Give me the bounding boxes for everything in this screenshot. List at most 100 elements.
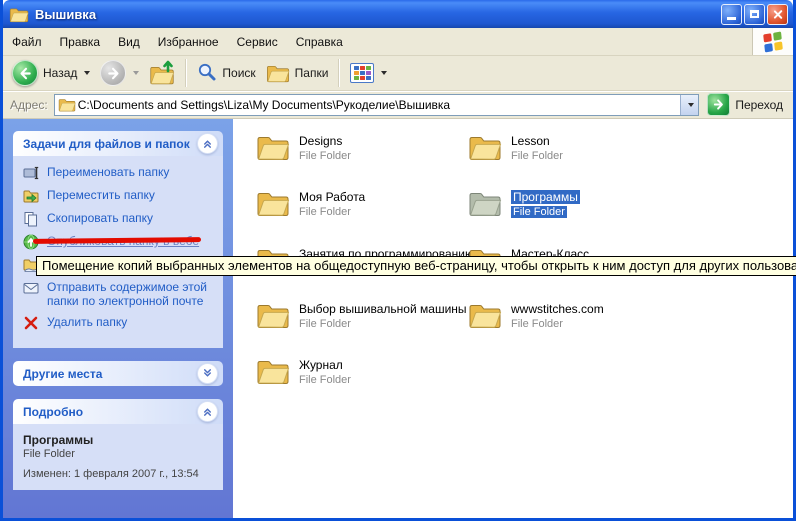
forward-button[interactable] (95, 58, 144, 88)
back-dropdown-icon[interactable] (84, 71, 90, 75)
folder-icon (256, 133, 290, 161)
menu-view[interactable]: Вид (109, 28, 149, 55)
move-folder-icon (23, 188, 39, 204)
folder-item[interactable]: Моя Работа File Folder (256, 189, 365, 219)
task-label: Удалить папку (47, 315, 127, 329)
window-title: Вышивка (35, 7, 719, 22)
menu-favorites[interactable]: Избранное (149, 28, 228, 55)
folder-item[interactable]: Журнал File Folder (256, 357, 351, 387)
details-item-modified: Изменен: 1 февраля 2007 г., 13:54 (23, 468, 217, 480)
folder-type: File Folder (511, 150, 563, 162)
close-button[interactable] (767, 4, 788, 25)
toolbar: Назад Поиск (3, 56, 793, 91)
menu-help[interactable]: Справка (287, 28, 352, 55)
tasks-panel-title: Задачи для файлов и папок (23, 137, 190, 151)
details-item-type: File Folder (23, 448, 217, 460)
address-dropdown-icon (688, 103, 694, 107)
tooltip: Помещение копий выбранных элементов на о… (36, 256, 796, 276)
task-label: Переместить папку (47, 188, 155, 202)
address-bar: Адрес: Переход (3, 91, 793, 119)
maximize-button[interactable] (744, 4, 765, 25)
up-folder-icon (149, 61, 175, 85)
address-combo[interactable] (54, 94, 700, 116)
other-places-header[interactable]: Другие места (13, 361, 223, 386)
go-label: Переход (735, 98, 783, 112)
task-pane: Задачи для файлов и папок Переименовать … (3, 119, 233, 518)
panel-details: Подробно Программы File Folder Изменен: … (13, 399, 223, 490)
folder-item[interactable]: Designs File Folder (256, 133, 351, 163)
toolbar-separator (338, 59, 340, 87)
task-label: Переименовать папку (47, 165, 169, 179)
folder-type: File Folder (511, 206, 567, 218)
collapse-chevron-up-icon[interactable] (197, 401, 218, 422)
folder-item[interactable]: Выбор вышивальной машины File Folder (256, 301, 467, 331)
address-input[interactable] (76, 98, 681, 112)
menu-file[interactable]: Файл (3, 28, 51, 55)
address-dropdown-button[interactable] (680, 95, 698, 115)
folder-type: File Folder (511, 318, 563, 330)
views-button[interactable] (345, 61, 392, 85)
email-icon (23, 280, 39, 296)
details-panel-body: Программы File Folder Изменен: 1 февраля… (13, 424, 223, 490)
task-move-folder[interactable]: Переместить папку (23, 188, 217, 204)
task-label: Отправить содержимое этой папки по элект… (47, 280, 217, 308)
folder-type: File Folder (299, 206, 351, 218)
folder-type: File Folder (299, 318, 351, 330)
forward-dropdown-icon[interactable] (133, 71, 139, 75)
folder-icon (256, 301, 290, 329)
expand-chevron-down-icon[interactable] (197, 363, 218, 384)
folders-label: Папки (295, 66, 329, 80)
maximize-icon (750, 10, 759, 18)
folder-item[interactable]: Lesson File Folder (468, 133, 563, 163)
folder-name: Lesson (511, 134, 550, 148)
window-folder-icon (9, 6, 29, 23)
folders-icon (266, 63, 290, 83)
title-bar[interactable]: Вышивка (3, 0, 793, 28)
folder-type: File Folder (299, 150, 351, 162)
task-copy-folder[interactable]: Скопировать папку (23, 211, 217, 227)
up-button[interactable] (144, 59, 180, 87)
windows-logo (752, 28, 793, 55)
details-panel-title: Подробно (23, 405, 83, 419)
folder-view[interactable]: Designs File Folder Lesson File Folder М… (233, 119, 793, 518)
folder-name: Designs (299, 134, 342, 148)
folder-item-selected[interactable]: Программы File Folder (468, 189, 580, 219)
go-button[interactable]: Переход (707, 93, 783, 116)
delete-icon (23, 315, 39, 331)
tasks-panel-body: Переименовать папку Переместить папку Ск… (13, 156, 223, 348)
folder-name: Моя Работа (299, 190, 365, 204)
folder-item[interactable]: wwwstitches.com File Folder (468, 301, 604, 331)
folders-button[interactable]: Папки (261, 61, 334, 85)
folder-type: File Folder (299, 374, 351, 386)
collapse-chevron-up-icon[interactable] (197, 133, 218, 154)
views-icon (350, 63, 374, 83)
menu-tools[interactable]: Сервис (228, 28, 287, 55)
rename-folder-icon (23, 165, 39, 181)
folder-name: Выбор вышивальной машины (299, 302, 467, 316)
copy-folder-icon (23, 211, 39, 227)
folder-icon (468, 189, 502, 217)
task-email-folder[interactable]: Отправить содержимое этой папки по элект… (23, 280, 217, 308)
folder-name: Журнал (299, 358, 343, 372)
folder-name: Программы (511, 190, 580, 204)
menu-edit[interactable]: Правка (51, 28, 110, 55)
tasks-panel-header[interactable]: Задачи для файлов и папок (13, 131, 223, 156)
task-delete-folder[interactable]: Удалить папку (23, 315, 217, 331)
other-places-title: Другие места (23, 367, 102, 381)
close-icon (772, 9, 783, 20)
go-icon (707, 93, 730, 116)
details-panel-header[interactable]: Подробно (13, 399, 223, 424)
folder-icon (468, 301, 502, 329)
folder-icon (256, 189, 290, 217)
folder-icon (468, 133, 502, 161)
toolbar-separator (185, 59, 187, 87)
views-dropdown-icon[interactable] (381, 71, 387, 75)
panel-other-places: Другие места (13, 361, 223, 386)
task-rename-folder[interactable]: Переименовать папку (23, 165, 217, 181)
back-icon (12, 60, 38, 86)
details-item-name: Программы (23, 433, 217, 447)
search-button[interactable]: Поиск (192, 60, 260, 87)
minimize-button[interactable] (721, 4, 742, 25)
back-button[interactable]: Назад (7, 58, 95, 88)
search-label: Поиск (222, 66, 255, 80)
